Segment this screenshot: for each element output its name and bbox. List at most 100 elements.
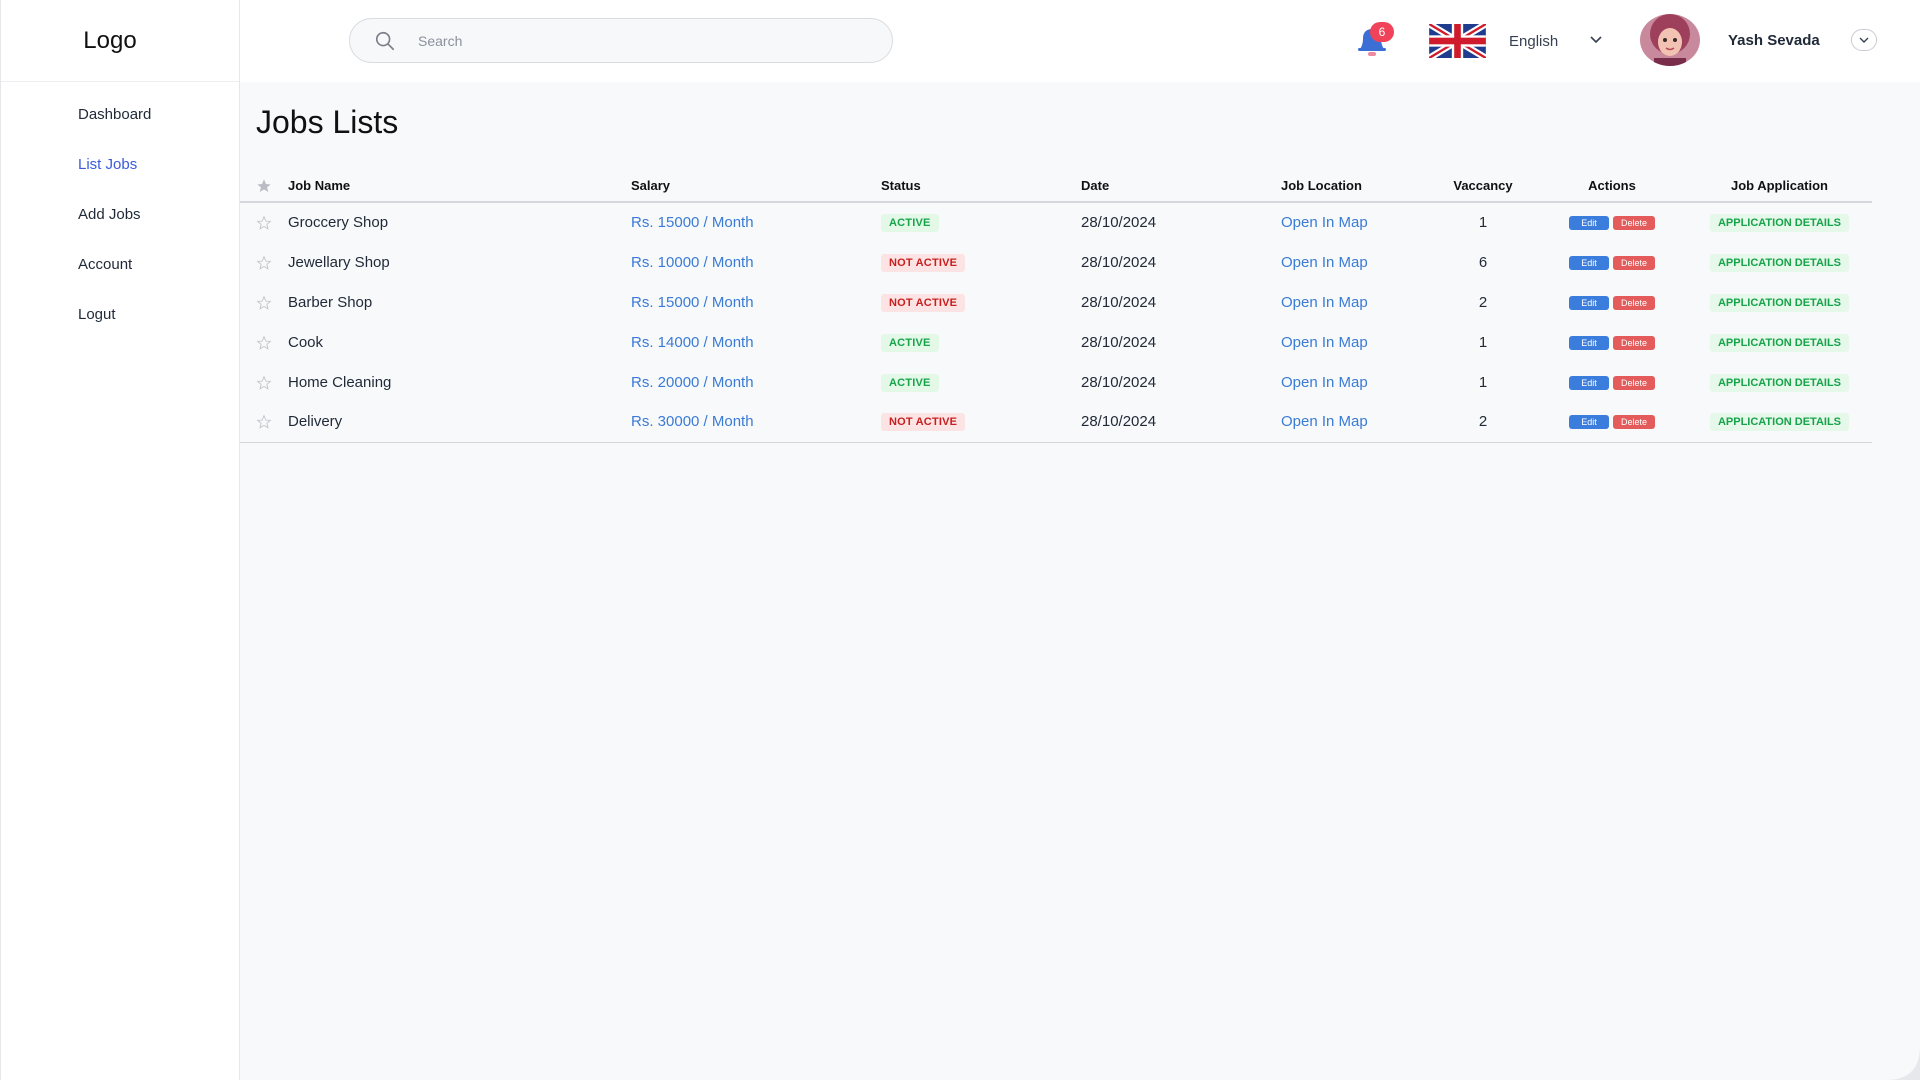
open-in-map-link[interactable]: Open In Map — [1281, 334, 1368, 351]
vacancy-count: 6 — [1478, 253, 1488, 271]
vacancy-count: 2 — [1429, 402, 1537, 443]
star-icon — [256, 215, 272, 230]
corner-decoration — [1886, 1046, 1920, 1080]
col-job-location[interactable]: Job Location — [1281, 170, 1429, 203]
job-date: 28/10/2024 — [1081, 402, 1281, 443]
row-star[interactable] — [240, 242, 288, 282]
col-date[interactable]: Date — [1081, 170, 1281, 203]
col-job-application: Job Application — [1687, 170, 1872, 203]
user-name: Yash Sevada — [1728, 32, 1820, 49]
jobs-table-body: Groccery Shop Rs. 15000 / Month ACTIVE 2… — [240, 202, 1872, 443]
jobs-table: Job Name Salary Status Date Job Location… — [240, 170, 1872, 443]
job-name: Delivery — [288, 402, 631, 443]
table-row: Groccery Shop Rs. 15000 / Month ACTIVE 2… — [240, 202, 1872, 242]
sidebar-item-logout[interactable]: Logut — [1, 290, 239, 340]
job-name: Home Cleaning — [288, 373, 392, 391]
notification-badge: 6 — [1370, 22, 1394, 42]
table-header-row: Job Name Salary Status Date Job Location… — [240, 170, 1872, 203]
page-title: Jobs Lists — [256, 104, 399, 140]
row-star[interactable] — [240, 402, 288, 443]
col-salary[interactable]: Salary — [631, 170, 881, 203]
row-star[interactable] — [240, 202, 288, 242]
application-details-button[interactable]: APPLICATION DETAILS — [1709, 253, 1850, 272]
logo[interactable]: Logo — [83, 27, 156, 55]
logo-area: Logo — [1, 0, 239, 82]
open-in-map-link[interactable]: Open In Map — [1281, 294, 1368, 311]
vacancy-count: 1 — [1478, 333, 1488, 351]
status-badge: NOT ACTIVE — [881, 413, 966, 432]
edit-button[interactable]: Edit — [1568, 375, 1609, 390]
table-row: Cook Rs. 14000 / Month ACTIVE 28/10/2024… — [240, 322, 1872, 362]
sidebar-item-account[interactable]: Account — [1, 240, 239, 290]
uk-flag-icon[interactable] — [1429, 24, 1486, 58]
chevron-down-icon[interactable] — [1588, 32, 1604, 48]
sidebar-item-list-jobs[interactable]: List Jobs — [1, 140, 239, 190]
row-star[interactable] — [240, 282, 288, 322]
star-icon — [256, 295, 272, 310]
col-actions: Actions — [1537, 170, 1687, 203]
star-icon — [256, 335, 272, 350]
job-date: 28/10/2024 — [1081, 373, 1157, 391]
application-details-button[interactable]: APPLICATION DETAILS — [1709, 373, 1850, 392]
salary-link[interactable]: Rs. 15000 / Month — [631, 214, 754, 231]
sidebar-item-add-jobs[interactable]: Add Jobs — [1, 190, 239, 240]
delete-button[interactable]: Delete — [1612, 216, 1655, 231]
salary-link[interactable]: Rs. 10000 / Month — [631, 254, 754, 271]
table-row: Jewellary Shop Rs. 10000 / Month NOT ACT… — [240, 242, 1872, 282]
application-details-button[interactable]: APPLICATION DETAILS — [1709, 214, 1850, 232]
sidebar: Logo Dashboard List Jobs Add Jobs Accoun… — [0, 0, 240, 1080]
row-star[interactable] — [240, 362, 288, 402]
star-icon — [256, 414, 272, 430]
job-date: 28/10/2024 — [1081, 333, 1157, 351]
main-content: Jobs Lists Job Name Salary Status Date J… — [240, 82, 1920, 1080]
status-badge: NOT ACTIVE — [881, 253, 966, 272]
search-box[interactable] — [349, 18, 893, 63]
edit-button[interactable]: Edit — [1568, 335, 1609, 350]
delete-button[interactable]: Delete — [1612, 295, 1655, 310]
table-row: Home Cleaning Rs. 20000 / Month ACTIVE 2… — [240, 362, 1872, 402]
star-icon — [257, 179, 271, 192]
status-badge: ACTIVE — [881, 373, 939, 392]
job-name: Jewellary Shop — [288, 253, 390, 271]
search-icon — [375, 31, 395, 51]
salary-link[interactable]: Rs. 20000 / Month — [631, 374, 754, 391]
open-in-map-link[interactable]: Open In Map — [1281, 214, 1368, 231]
row-star[interactable] — [240, 322, 288, 362]
col-vacancy[interactable]: Vaccancy — [1429, 170, 1537, 203]
search-input[interactable] — [418, 29, 858, 53]
application-details-button[interactable]: APPLICATION DETAILS — [1709, 413, 1850, 432]
col-job-name[interactable]: Job Name — [288, 170, 631, 203]
delete-button[interactable]: Delete — [1612, 255, 1655, 270]
application-details-button[interactable]: APPLICATION DETAILS — [1709, 333, 1850, 352]
job-date: 28/10/2024 — [1081, 214, 1157, 231]
vacancy-count: 1 — [1478, 373, 1488, 391]
avatar[interactable] — [1640, 14, 1700, 66]
delete-button[interactable]: Delete — [1612, 375, 1655, 390]
salary-link[interactable]: Rs. 30000 / Month — [631, 413, 754, 430]
application-details-button[interactable]: APPLICATION DETAILS — [1709, 293, 1850, 312]
star-icon — [256, 375, 272, 390]
job-name: Groccery Shop — [288, 214, 389, 231]
edit-button[interactable]: Edit — [1568, 295, 1609, 310]
edit-button[interactable]: Edit — [1568, 415, 1609, 430]
open-in-map-link[interactable]: Open In Map — [1281, 413, 1368, 430]
edit-button[interactable]: Edit — [1568, 255, 1609, 270]
salary-link[interactable]: Rs. 15000 / Month — [631, 294, 754, 311]
delete-button[interactable]: Delete — [1612, 335, 1655, 350]
delete-button[interactable]: Delete — [1612, 415, 1655, 430]
sidebar-item-dashboard[interactable]: Dashboard — [1, 90, 239, 140]
vacancy-count: 2 — [1478, 293, 1488, 311]
col-status[interactable]: Status — [881, 170, 1081, 203]
status-badge: ACTIVE — [881, 214, 939, 232]
user-menu-toggle[interactable] — [1851, 29, 1877, 51]
table-row: Delivery Rs. 30000 / Month NOT ACTIVE 28… — [240, 402, 1872, 443]
edit-button[interactable]: Edit — [1568, 216, 1609, 231]
select-all-star[interactable] — [240, 170, 288, 203]
status-badge: NOT ACTIVE — [881, 293, 966, 312]
open-in-map-link[interactable]: Open In Map — [1281, 374, 1368, 391]
language-label[interactable]: English — [1509, 33, 1558, 50]
open-in-map-link[interactable]: Open In Map — [1281, 254, 1368, 271]
star-icon — [256, 255, 272, 270]
salary-link[interactable]: Rs. 14000 / Month — [631, 334, 754, 351]
job-date: 28/10/2024 — [1081, 293, 1157, 311]
